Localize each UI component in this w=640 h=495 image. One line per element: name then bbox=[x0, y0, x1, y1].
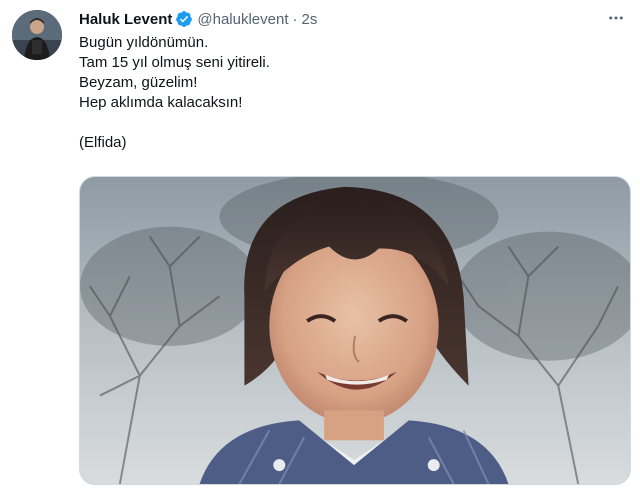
line-break bbox=[79, 113, 619, 133]
user-avatar-image bbox=[12, 10, 62, 60]
more-dots-icon bbox=[609, 16, 623, 20]
display-name[interactable]: Haluk Levent bbox=[79, 11, 172, 28]
tweet[interactable]: Haluk Levent @haluklevent · 2s Bugün yıl… bbox=[0, 0, 640, 495]
tweet-time[interactable]: 2s bbox=[302, 11, 318, 28]
user-handle[interactable]: @haluklevent bbox=[197, 11, 288, 28]
avatar[interactable] bbox=[12, 10, 62, 60]
tweet-text-line: (Elfida) bbox=[79, 134, 127, 151]
tweet-header: Haluk Levent @haluklevent · 2s bbox=[79, 8, 317, 30]
verified-badge-icon bbox=[175, 10, 193, 28]
tweet-text-line: Hep aklımda kalacaksın! bbox=[79, 94, 243, 111]
tweet-text: Bugün yıldönümün. Tam 15 yıl olmuş seni … bbox=[79, 33, 619, 153]
tweet-text-line: Beyzam, güzelim! bbox=[79, 74, 198, 91]
child-portrait-image bbox=[80, 177, 630, 484]
header-separator: · bbox=[292, 10, 298, 28]
tweet-photo[interactable] bbox=[79, 176, 631, 485]
more-options-button[interactable] bbox=[604, 6, 628, 30]
tweet-text-line: Tam 15 yıl olmuş seni yitireli. bbox=[79, 54, 270, 71]
tweet-text-line: Bugün yıldönümün. bbox=[79, 34, 209, 51]
